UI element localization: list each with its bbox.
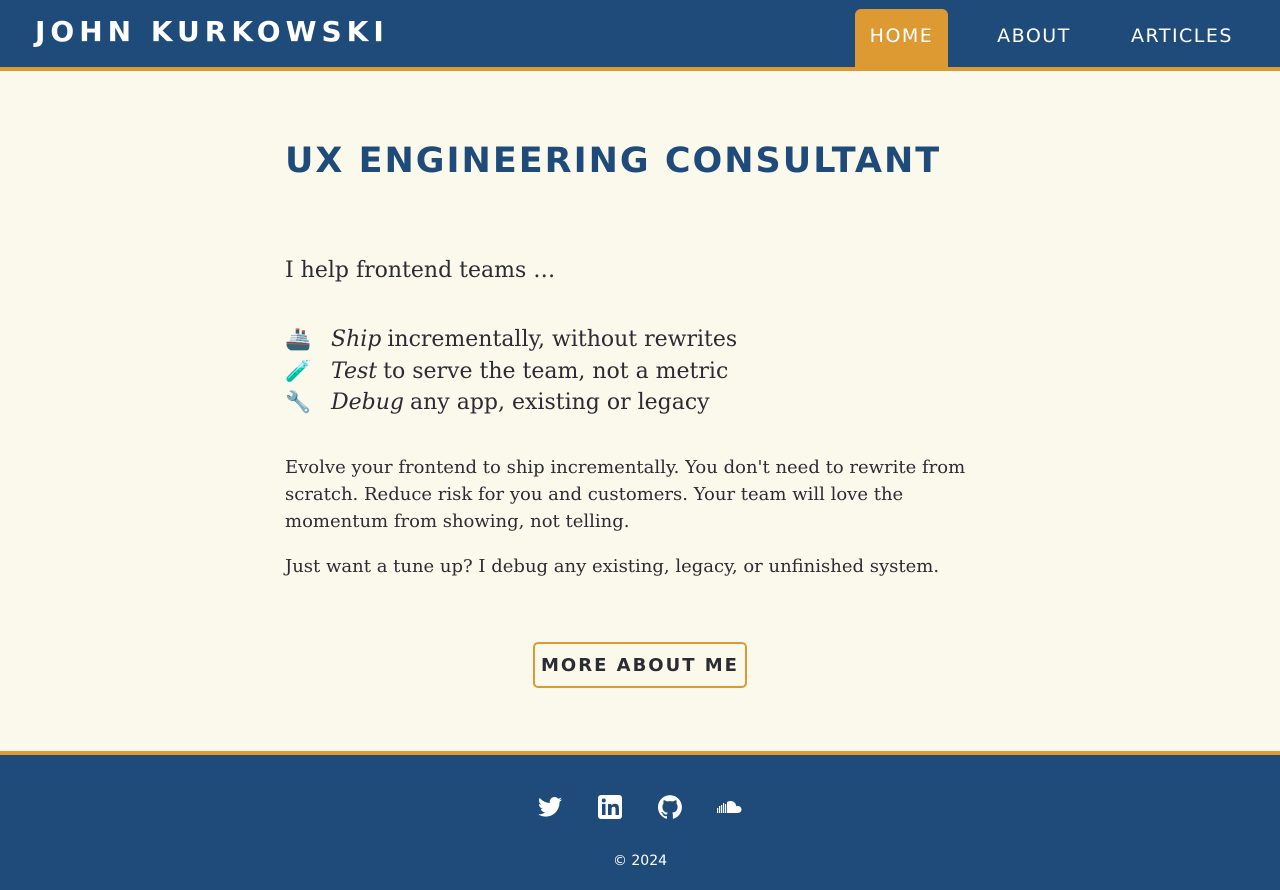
bullet-emphasis: Ship [331, 327, 382, 353]
copyright-text: © 2024 [612, 853, 668, 869]
bullet-text: incrementally, without rewrites [387, 327, 738, 353]
value-list: 🚢 Ship incrementally, without rewrites 🧪… [285, 324, 737, 419]
tune-up-paragraph: Just want a tune up? I debug any existin… [285, 556, 940, 577]
list-item: 🔧 Debug any app, existing or legacy [285, 387, 737, 419]
github-icon[interactable] [652, 791, 688, 823]
wrench-icon: 🔧 [285, 390, 312, 415]
bullet-emphasis: Test [331, 358, 378, 384]
nav-articles[interactable]: ARTICLES [1122, 9, 1242, 67]
list-item: 🧪 Test to serve the team, not a metric [285, 356, 737, 388]
list-item: 🚢 Ship incrementally, without rewrites [285, 324, 737, 356]
ship-icon: 🚢 [285, 327, 312, 352]
site-header: JOHN KURKOWSKI HOME ABOUT ARTICLES [0, 0, 1280, 71]
bullet-text: any app, existing or legacy [410, 390, 710, 416]
twitter-icon[interactable] [532, 791, 568, 823]
intro-text: I help frontend teams … [285, 258, 556, 283]
bullet-emphasis: Debug [331, 390, 404, 416]
nav-home[interactable]: HOME [855, 9, 948, 67]
soundcloud-icon[interactable] [712, 791, 748, 823]
site-name-link[interactable]: JOHN KURKOWSKI [35, 15, 389, 48]
test-tube-icon: 🧪 [285, 358, 312, 383]
page-title: UX ENGINEERING CONSULTANT [285, 141, 942, 181]
nav-about[interactable]: ABOUT [988, 9, 1080, 67]
site-footer: © 2024 [0, 751, 1280, 890]
linkedin-icon[interactable] [592, 791, 628, 823]
description-paragraph: Evolve your frontend to ship incremental… [285, 457, 966, 532]
more-about-me-button[interactable]: MORE ABOUT ME [533, 642, 747, 688]
bullet-text: to serve the team, not a metric [383, 358, 729, 384]
